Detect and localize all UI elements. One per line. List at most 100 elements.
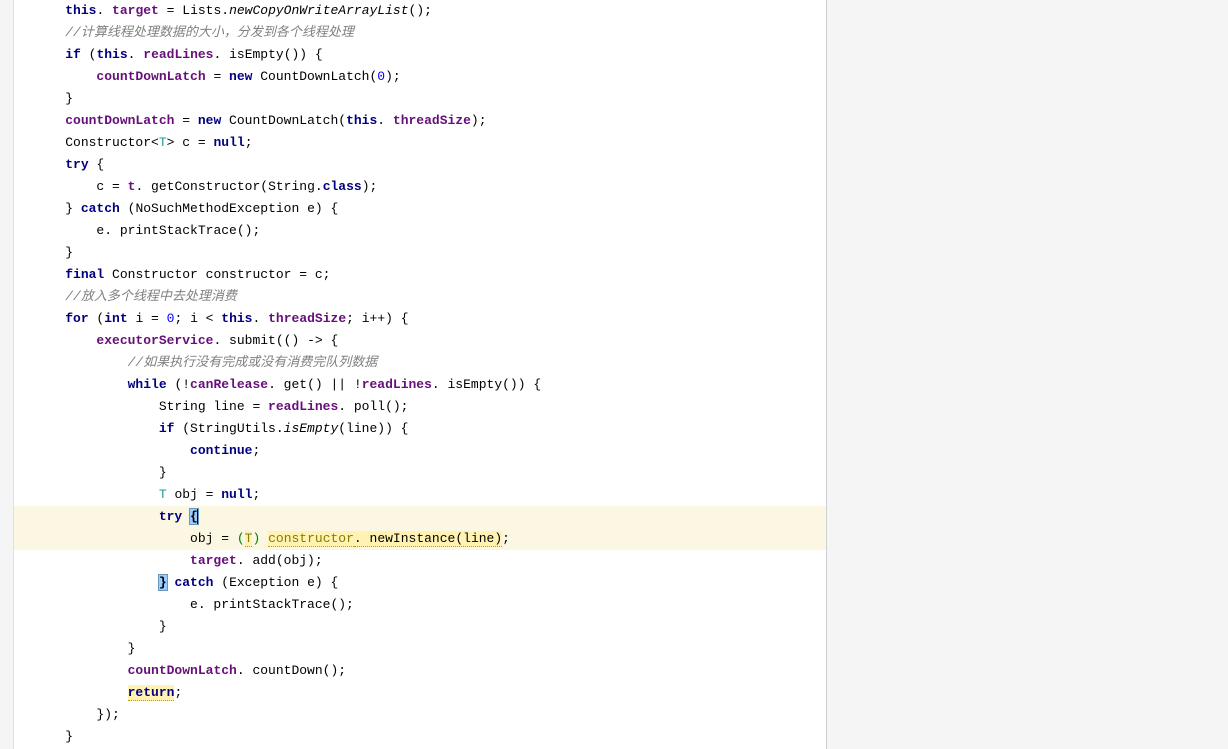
- indent: [34, 355, 128, 370]
- code-line[interactable]: executorService. submit(() -> {: [14, 330, 826, 352]
- code-token: isEmpty: [284, 421, 339, 436]
- code-line[interactable]: }: [14, 616, 826, 638]
- code-token: constructor: [268, 531, 354, 547]
- code-token: (line)) {: [338, 421, 408, 436]
- code-line[interactable]: countDownLatch = new CountDownLatch(this…: [14, 110, 826, 132]
- code-token: ; i <: [174, 311, 221, 326]
- code-token: . submit(() -> {: [213, 333, 338, 348]
- indent: [34, 663, 128, 678]
- indent: [34, 597, 190, 612]
- code-token: =: [174, 113, 197, 128]
- code-token: readLines: [362, 377, 432, 392]
- code-token: countDownLatch: [65, 113, 174, 128]
- code-token: ;: [174, 685, 182, 700]
- code-line[interactable]: this. target = Lists.newCopyOnWriteArray…: [14, 0, 826, 22]
- code-token: //放入多个线程中去处理消费: [65, 289, 237, 304]
- code-line[interactable]: e. printStackTrace();: [14, 220, 826, 242]
- code-token: continue: [190, 443, 252, 458]
- code-line[interactable]: //如果执行没有完成或没有消费完队列数据: [14, 352, 826, 374]
- code-line[interactable]: c = t. getConstructor(String.class);: [14, 176, 826, 198]
- code-token: if: [65, 47, 81, 62]
- code-token: while: [128, 377, 167, 392]
- code-token: i =: [128, 311, 167, 326]
- code-line[interactable]: //放入多个线程中去处理消费: [14, 286, 826, 308]
- code-token: new: [229, 69, 252, 84]
- code-token: class: [323, 179, 362, 194]
- code-token: this: [65, 3, 96, 18]
- code-token: CountDownLatch(: [252, 69, 377, 84]
- indent: [34, 509, 159, 524]
- code-line[interactable]: countDownLatch. countDown();: [14, 660, 826, 682]
- code-token: );: [471, 113, 487, 128]
- code-token: (: [81, 47, 97, 62]
- code-line[interactable]: countDownLatch = new CountDownLatch(0);: [14, 66, 826, 88]
- code-token: target: [190, 553, 237, 568]
- code-token: . poll();: [338, 399, 408, 414]
- code-line[interactable]: String line = readLines. poll();: [14, 396, 826, 418]
- indent: [34, 443, 190, 458]
- code-token: . isEmpty()) {: [213, 47, 322, 62]
- indent: [34, 377, 128, 392]
- code-token: try: [65, 157, 88, 172]
- code-line[interactable]: });: [14, 704, 826, 726]
- indent: [34, 333, 96, 348]
- code-line[interactable]: e. printStackTrace();: [14, 594, 826, 616]
- code-line[interactable]: }: [14, 462, 826, 484]
- indent: [34, 201, 65, 216]
- indent: [34, 487, 159, 502]
- code-token: //如果执行没有完成或没有消费完队列数据: [128, 355, 378, 370]
- code-line[interactable]: //计算线程处理数据的大小，分发到各个线程处理: [14, 22, 826, 44]
- code-line[interactable]: if (StringUtils.isEmpty(line)) {: [14, 418, 826, 440]
- code-editor[interactable]: this. target = Lists.newCopyOnWriteArray…: [14, 0, 826, 749]
- code-token: this: [221, 311, 252, 326]
- code-token: obj =: [190, 531, 237, 546]
- code-line[interactable]: if (this. readLines. isEmpty()) {: [14, 44, 826, 66]
- code-line[interactable]: }: [14, 242, 826, 264]
- code-line[interactable]: while (!canRelease. get() || !readLines.…: [14, 374, 826, 396]
- code-line[interactable]: obj = (T) constructor. newInstance(line)…: [14, 528, 826, 550]
- indent: [34, 575, 159, 590]
- code-token: executorService: [96, 333, 213, 348]
- code-token: CountDownLatch(: [221, 113, 346, 128]
- code-line[interactable]: T obj = null;: [14, 484, 826, 506]
- code-token: canRelease: [190, 377, 268, 392]
- code-line[interactable]: } catch (NoSuchMethodException e) {: [14, 198, 826, 220]
- code-token: //计算线程处理数据的大小，分发到各个线程处理: [65, 25, 354, 40]
- code-token: countDownLatch: [96, 69, 205, 84]
- code-token: (: [89, 311, 105, 326]
- indent: [34, 267, 65, 282]
- code-token: String line =: [159, 399, 268, 414]
- code-token: }: [65, 201, 81, 216]
- code-line[interactable]: continue;: [14, 440, 826, 462]
- code-token: . add(obj);: [237, 553, 323, 568]
- code-line[interactable]: return;: [14, 682, 826, 704]
- indent: [34, 69, 96, 84]
- code-token: (Exception e) {: [213, 575, 338, 590]
- code-token: obj =: [167, 487, 222, 502]
- code-token: return: [128, 685, 175, 701]
- code-line[interactable]: Constructor<T> c = null;: [14, 132, 826, 154]
- code-line[interactable]: try {: [14, 506, 826, 528]
- code-token: readLines: [143, 47, 213, 62]
- code-token: ;: [502, 531, 510, 546]
- code-line[interactable]: target. add(obj);: [14, 550, 826, 572]
- indent: [34, 179, 96, 194]
- code-token: final: [65, 267, 104, 282]
- side-panel: [826, 0, 1228, 749]
- code-line[interactable]: }: [14, 638, 826, 660]
- code-line[interactable]: }: [14, 726, 826, 748]
- code-line[interactable]: for (int i = 0; i < this. threadSize; i+…: [14, 308, 826, 330]
- text-cursor: [197, 509, 198, 524]
- indent: [34, 157, 65, 172]
- code-token: e. printStackTrace();: [190, 597, 354, 612]
- code-line[interactable]: final Constructor constructor = c;: [14, 264, 826, 286]
- code-line[interactable]: try {: [14, 154, 826, 176]
- indent: [34, 641, 128, 656]
- code-line[interactable]: }: [14, 88, 826, 110]
- indent: [34, 707, 96, 722]
- indent: [34, 47, 65, 62]
- code-token: new: [198, 113, 221, 128]
- code-token: }: [159, 619, 167, 634]
- code-line[interactable]: } catch (Exception e) {: [14, 572, 826, 594]
- indent: [34, 245, 65, 260]
